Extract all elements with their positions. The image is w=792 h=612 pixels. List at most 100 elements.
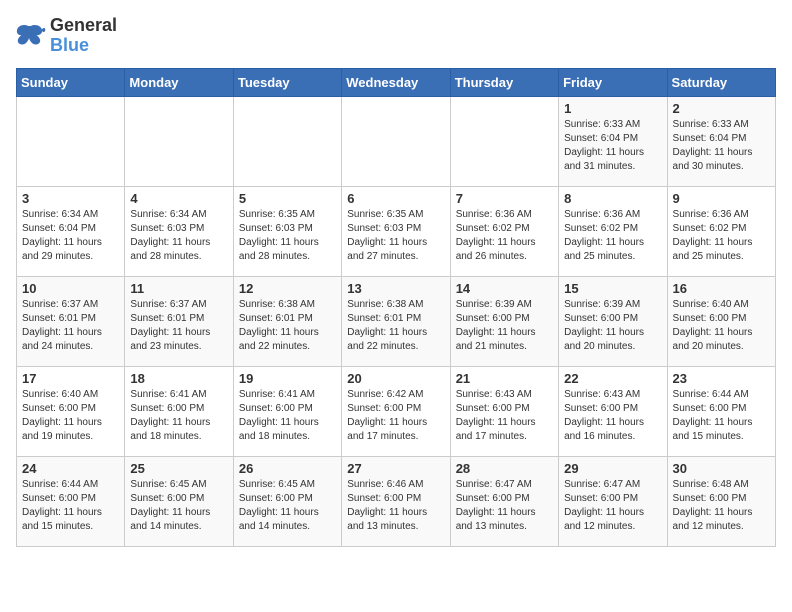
day-number: 3 bbox=[22, 191, 119, 206]
week-row-1: 3 Sunrise: 6:34 AMSunset: 6:04 PMDaylight… bbox=[17, 186, 776, 276]
cell-info: Sunrise: 6:39 AMSunset: 6:00 PMDaylight:… bbox=[456, 298, 553, 354]
cell-info: Sunrise: 6:36 AMSunset: 6:02 PMDaylight:… bbox=[456, 208, 553, 264]
cell-info: Sunrise: 6:48 AMSunset: 6:00 PMDaylight:… bbox=[673, 478, 770, 534]
calendar-cell: 26 Sunrise: 6:45 AMSunset: 6:00 PMDayligh… bbox=[233, 456, 341, 546]
day-number: 25 bbox=[130, 461, 227, 476]
day-number: 20 bbox=[347, 371, 444, 386]
day-number: 21 bbox=[456, 371, 553, 386]
calendar-cell: 28 Sunrise: 6:47 AMSunset: 6:00 PMDayligh… bbox=[450, 456, 558, 546]
day-number: 10 bbox=[22, 281, 119, 296]
day-number: 16 bbox=[673, 281, 770, 296]
day-number: 18 bbox=[130, 371, 227, 386]
day-number: 17 bbox=[22, 371, 119, 386]
cell-info: Sunrise: 6:37 AMSunset: 6:01 PMDaylight:… bbox=[22, 298, 119, 354]
header-day-saturday: Saturday bbox=[667, 68, 775, 96]
calendar-cell: 19 Sunrise: 6:41 AMSunset: 6:00 PMDayligh… bbox=[233, 366, 341, 456]
day-number: 19 bbox=[239, 371, 336, 386]
calendar-cell: 21 Sunrise: 6:43 AMSunset: 6:00 PMDayligh… bbox=[450, 366, 558, 456]
cell-info: Sunrise: 6:37 AMSunset: 6:01 PMDaylight:… bbox=[130, 298, 227, 354]
day-number: 1 bbox=[564, 101, 661, 116]
logo: General Blue bbox=[16, 16, 117, 56]
calendar-cell: 8 Sunrise: 6:36 AMSunset: 6:02 PMDaylight… bbox=[559, 186, 667, 276]
week-row-2: 10 Sunrise: 6:37 AMSunset: 6:01 PMDayligh… bbox=[17, 276, 776, 366]
calendar-cell: 6 Sunrise: 6:35 AMSunset: 6:03 PMDaylight… bbox=[342, 186, 450, 276]
calendar-cell: 17 Sunrise: 6:40 AMSunset: 6:00 PMDayligh… bbox=[17, 366, 125, 456]
calendar-cell bbox=[125, 96, 233, 186]
calendar-cell: 29Sunrise: 6:47 AMSunset: 6:00 PMDayligh… bbox=[559, 456, 667, 546]
cell-info: Sunrise: 6:43 AMSunset: 6:00 PMDaylight:… bbox=[456, 388, 553, 444]
cell-info: Sunrise: 6:44 AMSunset: 6:00 PMDaylight:… bbox=[673, 388, 770, 444]
cell-info: Sunrise: 6:45 AMSunset: 6:00 PMDaylight:… bbox=[239, 478, 336, 534]
calendar-cell bbox=[342, 96, 450, 186]
cell-info: Sunrise: 6:35 AMSunset: 6:03 PMDaylight:… bbox=[239, 208, 336, 264]
calendar-cell: 4 Sunrise: 6:34 AMSunset: 6:03 PMDaylight… bbox=[125, 186, 233, 276]
cell-info: Sunrise: 6:46 AMSunset: 6:00 PMDaylight:… bbox=[347, 478, 444, 534]
header-day-wednesday: Wednesday bbox=[342, 68, 450, 96]
cell-info: Sunrise: 6:47 AMSunset: 6:00 PMDaylight:… bbox=[456, 478, 553, 534]
calendar-cell: 15 Sunrise: 6:39 AMSunset: 6:00 PMDayligh… bbox=[559, 276, 667, 366]
calendar-cell: 3 Sunrise: 6:34 AMSunset: 6:04 PMDaylight… bbox=[17, 186, 125, 276]
calendar-cell: 14Sunrise: 6:39 AMSunset: 6:00 PMDayligh… bbox=[450, 276, 558, 366]
day-number: 27 bbox=[347, 461, 444, 476]
day-number: 7 bbox=[456, 191, 553, 206]
week-row-0: 1 Sunrise: 6:33 AMSunset: 6:04 PMDaylight… bbox=[17, 96, 776, 186]
calendar-cell: 7 Sunrise: 6:36 AMSunset: 6:02 PMDaylight… bbox=[450, 186, 558, 276]
header-day-sunday: Sunday bbox=[17, 68, 125, 96]
day-number: 5 bbox=[239, 191, 336, 206]
day-number: 9 bbox=[673, 191, 770, 206]
calendar-body: 1 Sunrise: 6:33 AMSunset: 6:04 PMDaylight… bbox=[17, 96, 776, 546]
day-number: 30 bbox=[673, 461, 770, 476]
cell-info: Sunrise: 6:41 AMSunset: 6:00 PMDaylight:… bbox=[130, 388, 227, 444]
calendar-cell bbox=[450, 96, 558, 186]
calendar-cell bbox=[17, 96, 125, 186]
calendar-cell: 23Sunrise: 6:44 AMSunset: 6:00 PMDayligh… bbox=[667, 366, 775, 456]
calendar-cell: 9 Sunrise: 6:36 AMSunset: 6:02 PMDaylight… bbox=[667, 186, 775, 276]
calendar-cell: 27 Sunrise: 6:46 AMSunset: 6:00 PMDayligh… bbox=[342, 456, 450, 546]
cell-info: Sunrise: 6:33 AMSunset: 6:04 PMDaylight:… bbox=[673, 118, 770, 174]
cell-info: Sunrise: 6:34 AMSunset: 6:04 PMDaylight:… bbox=[22, 208, 119, 264]
cell-info: Sunrise: 6:40 AMSunset: 6:00 PMDaylight:… bbox=[673, 298, 770, 354]
day-number: 11 bbox=[130, 281, 227, 296]
day-number: 13 bbox=[347, 281, 444, 296]
cell-info: Sunrise: 6:35 AMSunset: 6:03 PMDaylight:… bbox=[347, 208, 444, 264]
cell-info: Sunrise: 6:38 AMSunset: 6:01 PMDaylight:… bbox=[239, 298, 336, 354]
week-row-3: 17 Sunrise: 6:40 AMSunset: 6:00 PMDayligh… bbox=[17, 366, 776, 456]
calendar-cell: 5 Sunrise: 6:35 AMSunset: 6:03 PMDaylight… bbox=[233, 186, 341, 276]
calendar-cell: 20 Sunrise: 6:42 AMSunset: 6:00 PMDayligh… bbox=[342, 366, 450, 456]
day-number: 26 bbox=[239, 461, 336, 476]
day-number: 2 bbox=[673, 101, 770, 116]
cell-info: Sunrise: 6:34 AMSunset: 6:03 PMDaylight:… bbox=[130, 208, 227, 264]
calendar-cell: 13 Sunrise: 6:38 AMSunset: 6:01 PMDayligh… bbox=[342, 276, 450, 366]
calendar-cell: 22 Sunrise: 6:43 AMSunset: 6:00 PMDayligh… bbox=[559, 366, 667, 456]
day-number: 29 bbox=[564, 461, 661, 476]
cell-info: Sunrise: 6:42 AMSunset: 6:00 PMDaylight:… bbox=[347, 388, 444, 444]
day-number: 8 bbox=[564, 191, 661, 206]
calendar-cell: 10 Sunrise: 6:37 AMSunset: 6:01 PMDayligh… bbox=[17, 276, 125, 366]
calendar-cell: 11 Sunrise: 6:37 AMSunset: 6:01 PMDayligh… bbox=[125, 276, 233, 366]
calendar-cell: 12Sunrise: 6:38 AMSunset: 6:01 PMDayligh… bbox=[233, 276, 341, 366]
header: General Blue bbox=[16, 16, 776, 56]
cell-info: Sunrise: 6:33 AMSunset: 6:04 PMDaylight:… bbox=[564, 118, 661, 174]
cell-info: Sunrise: 6:36 AMSunset: 6:02 PMDaylight:… bbox=[564, 208, 661, 264]
cell-info: Sunrise: 6:40 AMSunset: 6:00 PMDaylight:… bbox=[22, 388, 119, 444]
day-number: 6 bbox=[347, 191, 444, 206]
day-number: 22 bbox=[564, 371, 661, 386]
cell-info: Sunrise: 6:41 AMSunset: 6:00 PMDaylight:… bbox=[239, 388, 336, 444]
calendar-cell: 1 Sunrise: 6:33 AMSunset: 6:04 PMDaylight… bbox=[559, 96, 667, 186]
day-number: 24 bbox=[22, 461, 119, 476]
calendar-cell: 18 Sunrise: 6:41 AMSunset: 6:00 PMDayligh… bbox=[125, 366, 233, 456]
header-day-thursday: Thursday bbox=[450, 68, 558, 96]
calendar-cell: 25 Sunrise: 6:45 AMSunset: 6:00 PMDayligh… bbox=[125, 456, 233, 546]
cell-info: Sunrise: 6:43 AMSunset: 6:00 PMDaylight:… bbox=[564, 388, 661, 444]
calendar-cell: 24Sunrise: 6:44 AMSunset: 6:00 PMDayligh… bbox=[17, 456, 125, 546]
cell-info: Sunrise: 6:38 AMSunset: 6:01 PMDaylight:… bbox=[347, 298, 444, 354]
calendar-table: SundayMondayTuesdayWednesdayThursdayFrid… bbox=[16, 68, 776, 547]
cell-info: Sunrise: 6:45 AMSunset: 6:00 PMDaylight:… bbox=[130, 478, 227, 534]
day-number: 28 bbox=[456, 461, 553, 476]
cell-info: Sunrise: 6:36 AMSunset: 6:02 PMDaylight:… bbox=[673, 208, 770, 264]
day-number: 4 bbox=[130, 191, 227, 206]
day-number: 15 bbox=[564, 281, 661, 296]
calendar-cell: 2 Sunrise: 6:33 AMSunset: 6:04 PMDaylight… bbox=[667, 96, 775, 186]
calendar-cell: 30 Sunrise: 6:48 AMSunset: 6:00 PMDayligh… bbox=[667, 456, 775, 546]
cell-info: Sunrise: 6:39 AMSunset: 6:00 PMDaylight:… bbox=[564, 298, 661, 354]
